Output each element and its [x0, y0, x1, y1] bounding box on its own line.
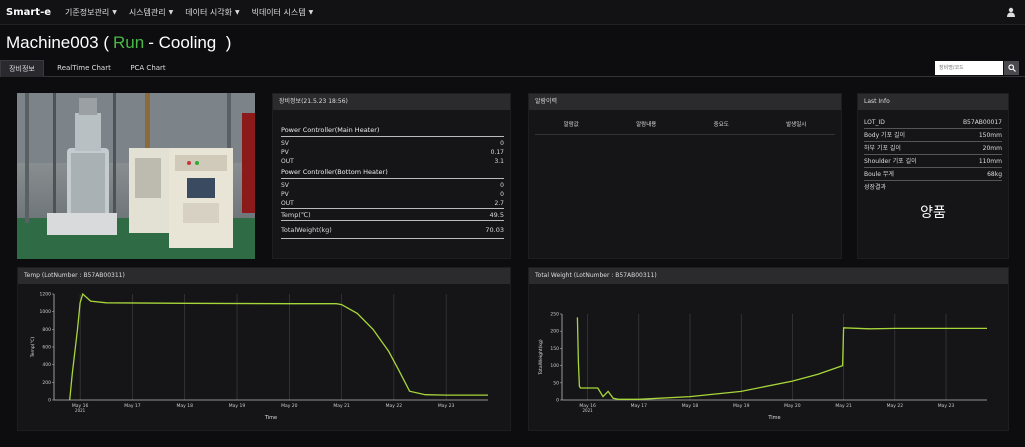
tab-bar: 장비정보 RealTime Chart PCA Chart	[0, 60, 1025, 77]
caret-down-icon: ▼	[168, 8, 174, 16]
temp-row: Temp(℃) 49.5	[281, 208, 504, 221]
y-tick-label: 0	[48, 398, 51, 404]
y-axis-label: TotalWeight(kg)	[538, 339, 544, 375]
main-heater-sv-row: SV 0	[281, 140, 504, 147]
weight-chart-title: Total Weight (LotNumber : B57AB00311)	[529, 268, 1008, 284]
y-tick-label: 50	[553, 380, 559, 386]
search-input[interactable]	[935, 61, 1003, 75]
last-info-bottom-bubble: 하부 기포 길이 20mm	[864, 142, 1002, 155]
x-tick-sublabel: 2021	[75, 408, 86, 413]
total-weight-row: TotalWeight(kg) 70.03	[281, 221, 504, 239]
x-tick-label: May 19	[733, 403, 750, 409]
search-button[interactable]	[1004, 61, 1019, 75]
caret-down-icon: ▼	[308, 8, 314, 16]
equipment-info-panel: 장비정보(21.5.23 18:56) Power Controller(Mai…	[272, 93, 511, 259]
caret-down-icon: ▼	[234, 8, 240, 16]
bottom-heater-out-row: OUT 2.7	[281, 200, 504, 207]
y-tick-label: 1000	[40, 309, 52, 315]
y-tick-label: 400	[42, 362, 51, 368]
y-tick-label: 250	[550, 312, 559, 318]
alarm-col-value[interactable]: 알람값	[564, 120, 579, 128]
x-axis-label: Time	[767, 415, 780, 421]
temp-chart-title: Temp (LotNumber : B57AB00311)	[18, 268, 510, 284]
bottom-heater-label: Power Controller(Bottom Heater)	[281, 166, 504, 179]
tab-realtime-chart[interactable]: RealTime Chart	[52, 60, 116, 77]
status-run: Run	[113, 33, 145, 52]
x-tick-label: May 21	[835, 403, 852, 409]
page-title: Machine003 (Run - Cooling )	[6, 33, 231, 53]
main-heater-pv-row: PV 0.17	[281, 149, 504, 156]
menu-master-data[interactable]: 기준정보관리 ▼	[65, 7, 117, 18]
caret-down-icon: ▼	[112, 8, 117, 16]
x-tick-label: May 23	[938, 403, 955, 409]
alarm-col-datetime[interactable]: 발생일시	[786, 120, 806, 128]
x-tick-label: May 23	[438, 403, 455, 409]
y-tick-label: 1200	[40, 292, 52, 298]
growth-result-value: 양품	[920, 205, 946, 221]
user-icon[interactable]	[1006, 7, 1016, 17]
last-info-boule-weight: Boule 무게 68kg	[864, 168, 1002, 181]
x-tick-label: May 17	[124, 403, 141, 409]
bottom-heater-sv-row: SV 0	[281, 182, 504, 189]
last-info-body-bubble: Body 기포 길이 150mm	[864, 129, 1002, 142]
menu-bigdata[interactable]: 빅데이터 시스템 ▼	[252, 7, 314, 18]
alarm-table-divider	[535, 134, 835, 135]
y-tick-label: 600	[42, 345, 51, 351]
x-axis-label: Time	[264, 415, 277, 421]
machine-name: Machine003	[6, 33, 99, 52]
main-heater-out-row: OUT 3.1	[281, 158, 504, 165]
search-icon	[1007, 64, 1016, 72]
equipment-info-header: 장비정보(21.5.23 18:56)	[273, 94, 510, 110]
x-tick-label: May 18	[176, 403, 193, 409]
y-tick-label: 800	[42, 327, 51, 333]
last-info-header: Last Info	[858, 94, 1008, 110]
x-tick-sublabel: 2021	[583, 408, 594, 413]
tab-pca-chart[interactable]: PCA Chart	[122, 60, 174, 77]
last-info-result-label: 성장결과	[864, 184, 887, 191]
x-tick-label: May 20	[281, 403, 298, 409]
machine-photo	[17, 93, 255, 259]
y-tick-label: 0	[556, 398, 559, 404]
paren-open: (	[103, 33, 110, 52]
top-navbar: Smart-e 기준정보관리 ▼ 시스템관리 ▼ 데이터 시각화 ▼ 빅데이터 시스템…	[0, 0, 1025, 25]
main-heater-label: Power Controller(Main Heater)	[281, 124, 504, 137]
menu-system[interactable]: 시스템관리 ▼	[129, 7, 173, 18]
menu-visualization[interactable]: 데이터 시각화 ▼	[185, 7, 239, 18]
last-info-shoulder-bubble: Shoulder 기포 길이 110mm	[864, 155, 1002, 168]
alarm-history-panel: 알람이력 알람값 알람내용 중요도 발생일시	[528, 93, 842, 259]
x-tick-label: May 22	[887, 403, 904, 409]
weight-chart-panel: Total Weight (LotNumber : B57AB00311) Ma…	[528, 267, 1009, 431]
x-tick-label: May 17	[631, 403, 648, 409]
x-tick-label: May 20	[784, 403, 801, 409]
temp-chart-panel: Temp (LotNumber : B57AB00311) May 16 2021…	[17, 267, 511, 431]
bottom-heater-pv-row: PV 0	[281, 191, 504, 198]
x-tick-label: May 21	[333, 403, 350, 409]
y-tick-label: 100	[550, 363, 559, 369]
y-tick-label: 200	[550, 329, 559, 335]
weight-chart: May 162021May 17 May 18 May 19 May 20 May 21…	[538, 312, 987, 421]
y-tick-label: 200	[42, 380, 51, 386]
last-info-panel: Last Info LOT_ID B57AB00017 Body 기포 길이 150…	[857, 93, 1009, 259]
x-tick-label: May 19	[229, 403, 246, 409]
tab-equipment-info[interactable]: 장비정보	[0, 60, 44, 77]
alarm-col-content[interactable]: 알람내용	[636, 120, 656, 128]
status-phase: - Cooling	[148, 33, 217, 52]
last-info-lot-id: LOT_ID B57AB00017	[864, 116, 1002, 129]
temp-chart: May 162021May 17 May 18 May 19 May 20 May 21…	[30, 292, 488, 421]
y-axis-label: Temp(℃)	[30, 336, 36, 358]
brand-logo[interactable]: Smart-e	[6, 7, 51, 18]
x-tick-label: May 18	[682, 403, 699, 409]
paren-close: )	[225, 33, 232, 52]
alarm-history-header: 알람이력	[529, 94, 841, 110]
y-tick-label: 150	[550, 346, 559, 352]
alarm-table-header: 알람값 알람내용 중요도 발생일시	[529, 120, 841, 128]
x-tick-label: May 22	[386, 403, 403, 409]
alarm-col-severity[interactable]: 중요도	[714, 120, 729, 128]
